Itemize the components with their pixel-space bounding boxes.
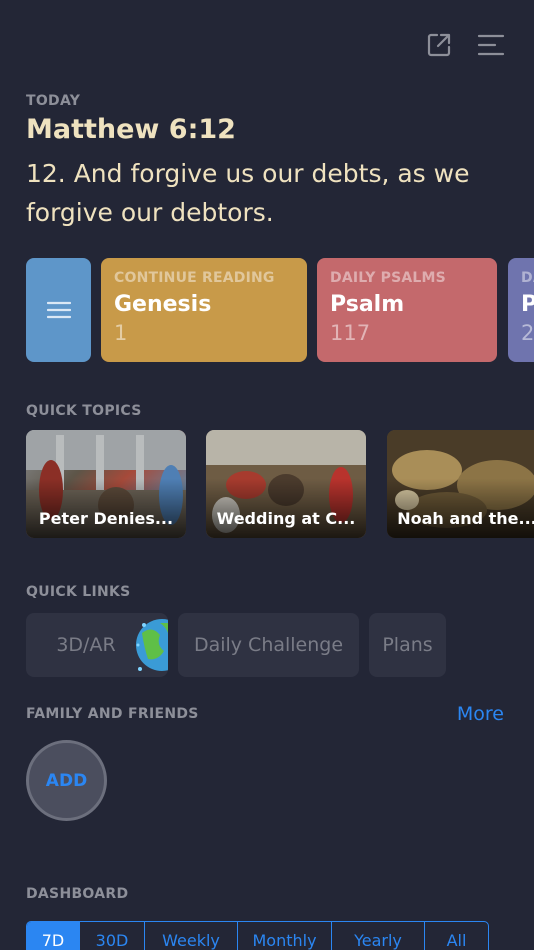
topic-card[interactable]: Peter Denies... xyxy=(26,430,186,538)
daily-psalms-card[interactable]: DAILY PSALMS Psalm 117 xyxy=(317,258,497,362)
range-tab-all[interactable]: All xyxy=(425,922,488,950)
daily-challenge-link[interactable]: Daily Challenge xyxy=(178,613,359,677)
family-friends-label: FAMILY AND FRIENDS xyxy=(26,706,199,722)
daily-proverb-card[interactable]: DAILY PROVERB Proverbs 2 xyxy=(508,258,534,362)
link-label: 3D/AR xyxy=(56,634,116,656)
card-book: Proverbs xyxy=(521,292,534,317)
card-kicker: CONTINUE READING xyxy=(114,270,275,286)
range-tab-yearly[interactable]: Yearly xyxy=(332,922,425,950)
share-external-icon[interactable] xyxy=(424,30,454,60)
quick-topics-label: QUICK TOPICS xyxy=(26,403,142,419)
card-chapter: 2 xyxy=(521,321,534,345)
quick-links-row: 3D/AR Daily Challenge Plans xyxy=(26,613,446,677)
dashboard-label: DASHBOARD xyxy=(26,886,129,902)
top-bar xyxy=(424,30,506,60)
topic-title: Peter Denies... xyxy=(38,509,174,528)
globe-icon xyxy=(136,619,168,671)
quick-topics-carousel[interactable]: Peter Denies... Wedding at C... Noah and… xyxy=(26,430,534,538)
more-link[interactable]: More xyxy=(457,703,504,725)
range-tab-7d[interactable]: 7D xyxy=(27,922,80,950)
topic-card[interactable]: Noah and the... xyxy=(387,430,534,538)
today-label: TODAY xyxy=(26,93,81,109)
verse-text[interactable]: 12. And forgive us our debts, as we forg… xyxy=(26,154,516,232)
card-book: Genesis xyxy=(114,292,212,317)
card-book: Psalm xyxy=(330,292,405,317)
dashboard-range-tabs: 7D 30D Weekly Monthly Yearly All xyxy=(26,921,489,950)
hamburger-menu-icon[interactable] xyxy=(476,30,506,60)
hamburger-menu-icon xyxy=(46,301,71,319)
card-chapter: 1 xyxy=(114,321,128,345)
card-kicker: DAILY PROVERB xyxy=(521,270,534,286)
reading-cards-carousel[interactable]: CONTINUE READING Genesis 1 DAILY PSALMS … xyxy=(26,258,534,362)
topic-card[interactable]: Wedding at C... xyxy=(206,430,366,538)
topic-title: Wedding at C... xyxy=(216,509,356,528)
add-friend-button[interactable]: ADD xyxy=(26,740,107,821)
verse-reference[interactable]: Matthew 6:12 xyxy=(26,114,236,145)
reading-menu-card[interactable] xyxy=(26,258,91,362)
topic-title: Noah and the... xyxy=(397,509,534,528)
continue-reading-card[interactable]: CONTINUE READING Genesis 1 xyxy=(101,258,307,362)
plans-link[interactable]: Plans xyxy=(369,613,446,677)
range-tab-monthly[interactable]: Monthly xyxy=(238,922,332,950)
quick-links-label: QUICK LINKS xyxy=(26,584,131,600)
range-tab-weekly[interactable]: Weekly xyxy=(145,922,238,950)
3d-ar-link[interactable]: 3D/AR xyxy=(26,613,168,677)
card-kicker: DAILY PSALMS xyxy=(330,270,446,286)
range-tab-30d[interactable]: 30D xyxy=(80,922,145,950)
card-chapter: 117 xyxy=(330,321,371,345)
